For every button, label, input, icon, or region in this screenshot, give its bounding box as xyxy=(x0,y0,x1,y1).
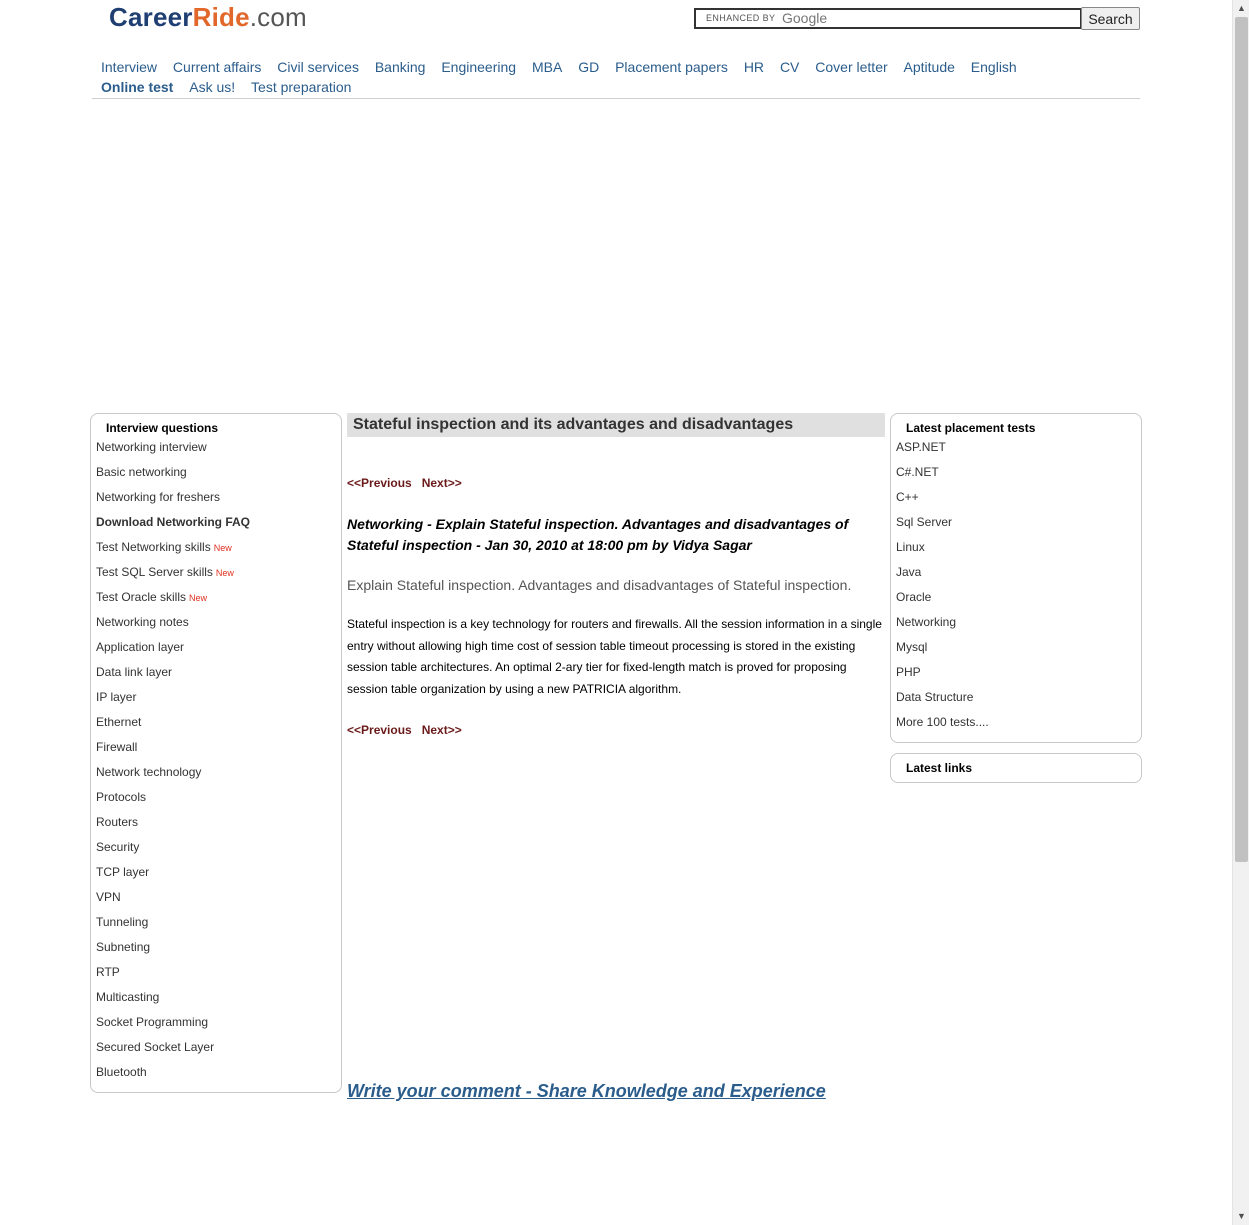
nav-cover-letter[interactable]: Cover letter xyxy=(815,57,887,77)
placement-tests-list: ASP.NET C#.NET C++ Sql Server Linux Java… xyxy=(896,435,989,735)
list-item[interactable]: Multicasting xyxy=(96,985,250,1010)
enhanced-by-label: ENHANCED BY xyxy=(706,13,776,23)
list-item[interactable]: TCP layer xyxy=(96,860,250,885)
nav-interview[interactable]: Interview xyxy=(101,57,157,77)
list-item[interactable]: Firewall xyxy=(96,735,250,760)
list-item[interactable]: Test Networking skills New xyxy=(96,535,250,560)
latest-links-panel: Latest links xyxy=(890,753,1142,783)
list-item[interactable]: C++ xyxy=(896,485,989,510)
nav-test-preparation[interactable]: Test preparation xyxy=(251,77,351,97)
list-item[interactable]: Mysql xyxy=(896,635,989,660)
previous-link[interactable]: <<Previous xyxy=(347,476,412,490)
pager-top: <<Previous Next>> xyxy=(347,476,472,490)
page: CareerRide.com ENHANCED BY Google Search… xyxy=(0,0,1232,1225)
interview-questions-list: Networking interview Basic networking Ne… xyxy=(96,435,250,1085)
nav-ask-us[interactable]: Ask us! xyxy=(189,77,235,97)
list-item[interactable]: Test Oracle skills New xyxy=(96,585,250,610)
list-item[interactable]: Basic networking xyxy=(96,460,250,485)
site-logo[interactable]: CareerRide.com xyxy=(109,2,307,33)
next-link[interactable]: Next>> xyxy=(422,476,462,490)
search-input[interactable]: ENHANCED BY Google xyxy=(694,8,1081,29)
nav-banking[interactable]: Banking xyxy=(375,57,426,77)
nav-engineering[interactable]: Engineering xyxy=(441,57,516,77)
panel-title: Latest placement tests xyxy=(906,421,1036,435)
list-item[interactable]: Networking notes xyxy=(96,610,250,635)
search-button[interactable]: Search xyxy=(1081,7,1140,30)
list-item[interactable]: Oracle xyxy=(896,585,989,610)
list-item[interactable]: VPN xyxy=(96,885,250,910)
list-item[interactable]: Download Networking FAQ xyxy=(96,510,250,535)
list-item[interactable]: Subneting xyxy=(96,935,250,960)
panel-title: Latest links xyxy=(906,761,973,775)
previous-link[interactable]: <<Previous xyxy=(347,723,412,737)
list-item[interactable]: Secured Socket Layer xyxy=(96,1035,250,1060)
article-title: Stateful inspection and its advantages a… xyxy=(347,413,885,437)
vertical-scrollbar[interactable]: ▲ ▼ xyxy=(1232,0,1249,1225)
list-item[interactable]: Data link layer xyxy=(96,660,250,685)
new-badge: New xyxy=(213,543,232,553)
list-item[interactable]: Security xyxy=(96,835,250,860)
nav-english[interactable]: English xyxy=(971,57,1017,77)
nav-cv[interactable]: CV xyxy=(780,57,799,77)
list-item[interactable]: Sql Server xyxy=(896,510,989,535)
placement-tests-panel: Latest placement tests ASP.NET C#.NET C+… xyxy=(890,413,1142,743)
nav-mba[interactable]: MBA xyxy=(532,57,562,77)
list-item[interactable]: PHP xyxy=(896,660,989,685)
scroll-up-icon[interactable]: ▲ xyxy=(1233,0,1249,17)
list-item[interactable]: Ethernet xyxy=(96,710,250,735)
next-link[interactable]: Next>> xyxy=(422,723,462,737)
list-item[interactable]: C#.NET xyxy=(896,460,989,485)
list-item[interactable]: Bluetooth xyxy=(96,1060,250,1085)
list-item[interactable]: Protocols xyxy=(96,785,250,810)
list-item[interactable]: Tunneling xyxy=(96,910,250,935)
nav-gd[interactable]: GD xyxy=(578,57,599,77)
nav-current-affairs[interactable]: Current affairs xyxy=(173,57,261,77)
nav-civil-services[interactable]: Civil services xyxy=(277,57,359,77)
article-answer: Stateful inspection is a key technology … xyxy=(347,617,882,696)
nav-placement-papers[interactable]: Placement papers xyxy=(615,57,728,77)
list-item[interactable]: Application layer xyxy=(96,635,250,660)
list-item[interactable]: Networking for freshers xyxy=(96,485,250,510)
nav-aptitude[interactable]: Aptitude xyxy=(904,57,955,77)
nav-online-test[interactable]: Online test xyxy=(101,77,173,97)
interview-questions-panel: Interview questions Networking interview… xyxy=(90,413,342,1093)
scroll-down-icon[interactable]: ▼ xyxy=(1233,1208,1249,1225)
nav-hr[interactable]: HR xyxy=(744,57,764,77)
list-item[interactable]: Test SQL Server skills New xyxy=(96,560,250,585)
panel-title: Interview questions xyxy=(106,421,219,435)
list-item[interactable]: Routers xyxy=(96,810,250,835)
list-item[interactable]: ASP.NET xyxy=(896,435,989,460)
new-badge: New xyxy=(189,593,208,603)
new-badge: New xyxy=(215,568,234,578)
list-item[interactable]: Linux xyxy=(896,535,989,560)
list-item[interactable]: Java xyxy=(896,560,989,585)
list-item[interactable]: More 100 tests.... xyxy=(896,710,989,735)
list-item[interactable]: Data Structure xyxy=(896,685,989,710)
article-byline: Networking - Explain Stateful inspection… xyxy=(347,516,849,553)
google-logo: Google xyxy=(782,10,828,26)
list-item[interactable]: IP layer xyxy=(96,685,250,710)
main-nav: Interview Current affairs Civil services… xyxy=(95,57,1070,97)
header-divider xyxy=(92,98,1140,99)
pager-bottom: <<Previous Next>> xyxy=(347,723,472,737)
article-question: Explain Stateful inspection. Advantages … xyxy=(347,577,852,593)
scrollbar-thumb[interactable] xyxy=(1235,17,1248,862)
list-item[interactable]: RTP xyxy=(96,960,250,985)
list-item[interactable]: Networking xyxy=(896,610,989,635)
list-item[interactable]: Network technology xyxy=(96,760,250,785)
list-item[interactable]: Networking interview xyxy=(96,435,250,460)
write-comment-link[interactable]: Write your comment - Share Knowledge and… xyxy=(347,1081,826,1102)
list-item[interactable]: Socket Programming xyxy=(96,1010,250,1035)
